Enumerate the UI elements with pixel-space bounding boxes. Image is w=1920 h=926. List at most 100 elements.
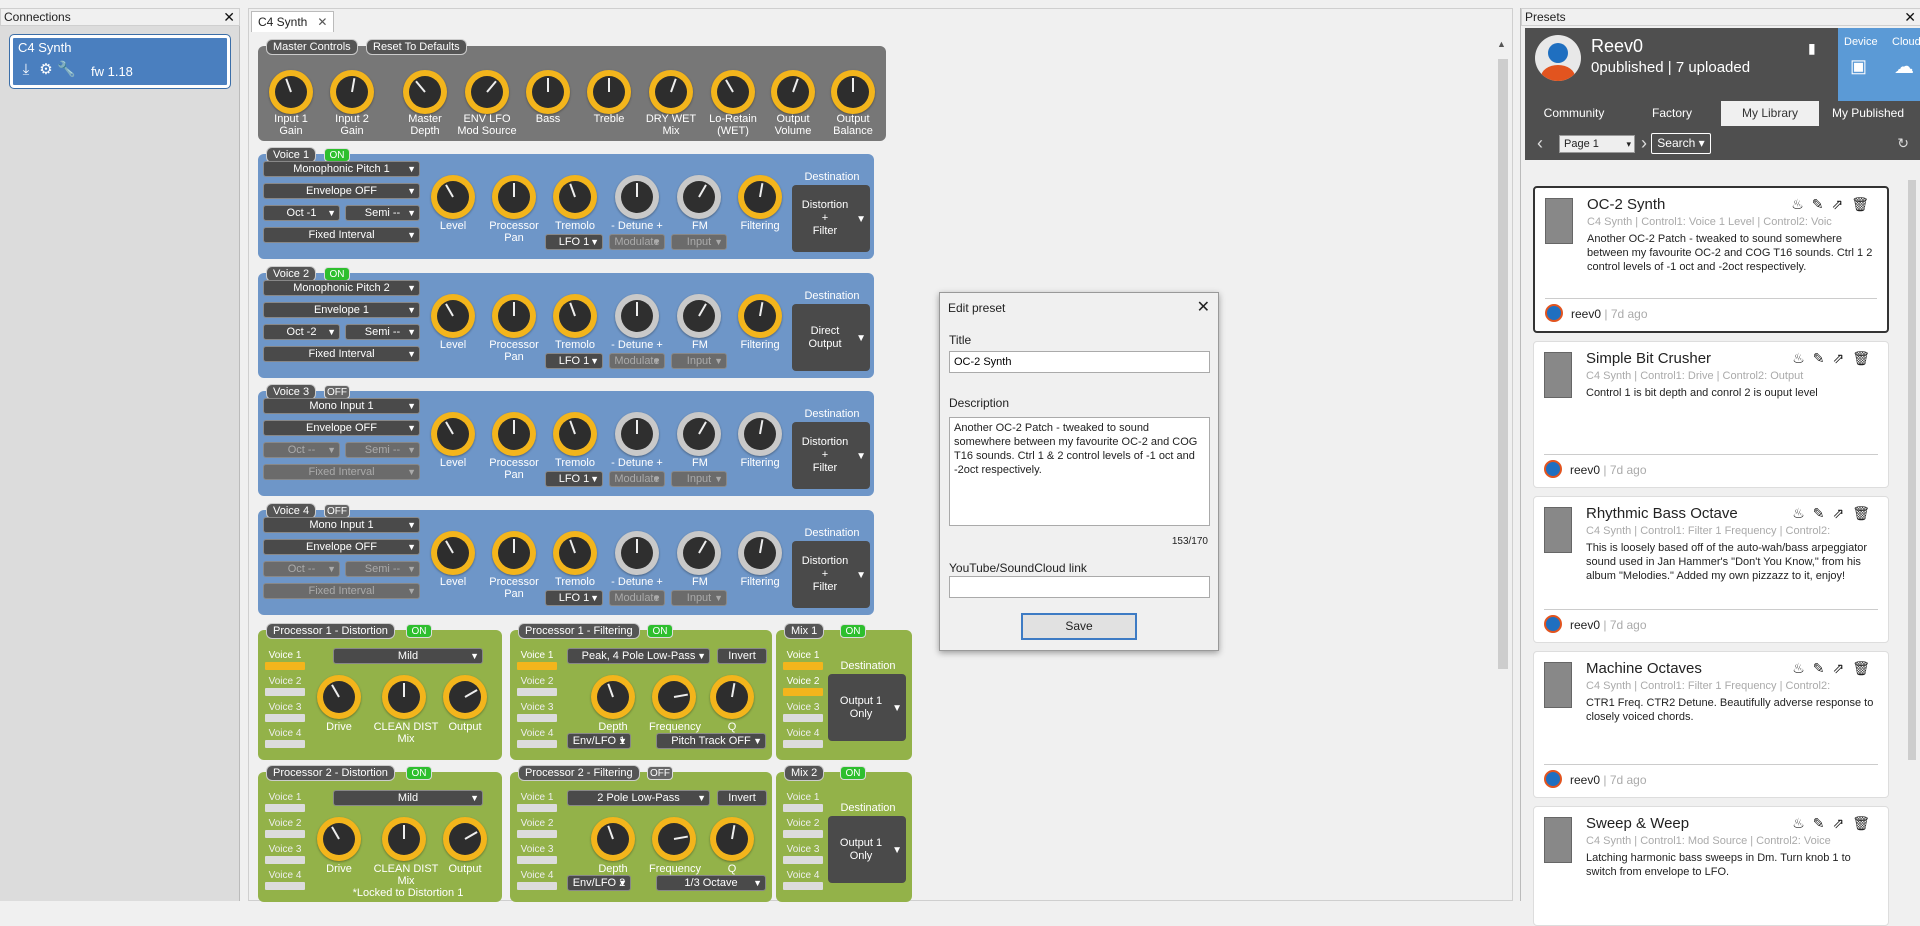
voice-knob-3[interactable] xyxy=(615,412,659,456)
device-cloud-toggle[interactable]: Device Cloud ▣ ☁ xyxy=(1838,28,1920,101)
voice-knob-4[interactable] xyxy=(677,175,721,219)
device-icon[interactable]: ▣ xyxy=(1850,56,1867,77)
trash-icon[interactable]: 🗑 xyxy=(1852,815,1878,831)
proc1_filt-source-select[interactable]: Env/LFO 1 ▼ xyxy=(567,733,631,749)
scroll-up-icon[interactable]: ▲ xyxy=(1497,39,1506,49)
destination-select[interactable]: Direct Output ▼ xyxy=(792,304,870,371)
mix2-voice-1[interactable]: Voice 1 xyxy=(783,792,823,812)
trash-icon[interactable]: 🗑 xyxy=(1852,660,1878,676)
proc1_filt-invert-button[interactable]: Invert xyxy=(717,648,767,664)
mix1-destination-select[interactable]: Output 1 Only ▼ xyxy=(828,674,906,741)
proc1_dist-voice-1[interactable]: Voice 1 xyxy=(265,650,305,670)
search-button[interactable]: Search ▾ xyxy=(1651,133,1711,154)
mix-knob[interactable] xyxy=(382,675,426,719)
editor-scrollbar[interactable]: ▲ xyxy=(1497,39,1509,899)
share-icon[interactable]: ⇗ xyxy=(1832,505,1852,521)
voice-source-select[interactable]: Mono Input 1 ▼ xyxy=(263,398,420,414)
proc2_filt-voice-3[interactable]: Voice 3 xyxy=(517,844,557,864)
master-knob-5[interactable] xyxy=(587,70,631,114)
reset-defaults-button[interactable]: Reset To Defaults xyxy=(366,39,467,55)
mix2-voice-4[interactable]: Voice 4 xyxy=(783,870,823,890)
voice-interval-select[interactable]: Fixed Interval ▼ xyxy=(263,227,420,243)
mix1-voice-2[interactable]: Voice 2 xyxy=(783,676,823,696)
tab-my-published[interactable]: My Published xyxy=(1819,101,1917,126)
close-icon[interactable]: ✕ xyxy=(223,9,235,25)
input-select[interactable]: Input ▼ xyxy=(671,471,727,487)
scroll-thumb[interactable] xyxy=(1908,180,1916,760)
proc2_dist-voice-3[interactable]: Voice 3 xyxy=(265,844,305,864)
master-knob-7[interactable] xyxy=(711,70,755,114)
share-icon[interactable]: ⇗ xyxy=(1831,196,1851,212)
voice-interval-select[interactable]: Fixed Interval ▼ xyxy=(263,583,420,599)
proc2_filt-invert-button[interactable]: Invert xyxy=(717,790,767,806)
trash-icon[interactable]: 🗑 xyxy=(1852,505,1878,521)
destination-select[interactable]: Distortion + Filter ▼ xyxy=(792,185,870,252)
book-icon[interactable]: ▮ xyxy=(1808,40,1816,57)
proc2_dist-toggle[interactable]: ON xyxy=(406,766,432,780)
voice-knob-0[interactable] xyxy=(431,294,475,338)
proc2_filt-voice-4[interactable]: Voice 4 xyxy=(517,870,557,890)
voice-knob-1[interactable] xyxy=(492,531,536,575)
presets-scrollbar[interactable] xyxy=(1906,160,1918,900)
download-icon[interactable]: ⤓ xyxy=(17,61,35,79)
voice-knob-1[interactable] xyxy=(492,412,536,456)
voice-knob-4[interactable] xyxy=(677,531,721,575)
next-page-icon[interactable]: › xyxy=(1641,133,1647,154)
flame-icon[interactable]: ♨ xyxy=(1792,660,1813,676)
cloud-icon[interactable]: ☁ xyxy=(1894,54,1914,79)
voice-semi-select[interactable]: Semi -- ▼ xyxy=(345,324,420,340)
share-icon[interactable]: ⇗ xyxy=(1832,350,1852,366)
prev-page-icon[interactable]: ‹ xyxy=(1537,133,1543,154)
mix2-toggle[interactable]: ON xyxy=(840,766,866,780)
lfo-select[interactable]: LFO 1 ▼ xyxy=(545,471,603,487)
voice-semi-select[interactable]: Semi -- ▼ xyxy=(345,561,420,577)
voice-knob-0[interactable] xyxy=(431,175,475,219)
voice-knob-0[interactable] xyxy=(431,531,475,575)
mix-knob[interactable] xyxy=(382,817,426,861)
tab-community[interactable]: Community xyxy=(1525,101,1623,126)
proc2_filt-voice-2[interactable]: Voice 2 xyxy=(517,818,557,838)
voice-knob-5[interactable] xyxy=(738,412,782,456)
master-knob-9[interactable] xyxy=(831,70,875,114)
modulate-select[interactable]: Modulate ▼ xyxy=(609,234,665,250)
master-knob-8[interactable] xyxy=(771,70,815,114)
lfo-select[interactable]: LFO 1 ▼ xyxy=(545,353,603,369)
voice-env-select[interactable]: Envelope OFF ▼ xyxy=(263,420,420,436)
input-select[interactable]: Input ▼ xyxy=(671,590,727,606)
q-knob[interactable] xyxy=(710,675,754,719)
voice-knob-2[interactable] xyxy=(553,531,597,575)
page-select[interactable]: Page 1 ▾ xyxy=(1559,135,1635,153)
voice-toggle[interactable]: OFF xyxy=(324,504,350,518)
voice-knob-0[interactable] xyxy=(431,412,475,456)
tab-my-library[interactable]: My Library xyxy=(1721,101,1819,126)
input-select[interactable]: Input ▼ xyxy=(671,353,727,369)
voice-interval-select[interactable]: Fixed Interval ▼ xyxy=(263,464,420,480)
trash-icon[interactable]: 🗑 xyxy=(1852,350,1878,366)
master-knob-6[interactable] xyxy=(649,70,693,114)
voice-knob-5[interactable] xyxy=(738,531,782,575)
proc2_filt-voice-1[interactable]: Voice 1 xyxy=(517,792,557,812)
voice-knob-3[interactable] xyxy=(615,531,659,575)
mix1-voice-1[interactable]: Voice 1 xyxy=(783,650,823,670)
proc2_dist-mode-select[interactable]: Mild ▼ xyxy=(333,790,483,806)
scroll-thumb[interactable] xyxy=(1498,59,1508,669)
voice-knob-5[interactable] xyxy=(738,294,782,338)
voice-knob-3[interactable] xyxy=(615,294,659,338)
lfo-select[interactable]: LFO 1 ▼ xyxy=(545,590,603,606)
proc1_dist-voice-2[interactable]: Voice 2 xyxy=(265,676,305,696)
voice-env-select[interactable]: Envelope OFF ▼ xyxy=(263,183,420,199)
proc1_dist-voice-3[interactable]: Voice 3 xyxy=(265,702,305,722)
master-knob-4[interactable] xyxy=(526,70,570,114)
voice-oct-select[interactable]: Oct -- ▼ xyxy=(263,442,340,458)
modulate-select[interactable]: Modulate ▼ xyxy=(609,471,665,487)
proc1_dist-voice-4[interactable]: Voice 4 xyxy=(265,728,305,748)
destination-select[interactable]: Distortion + Filter ▼ xyxy=(792,422,870,489)
title-input[interactable] xyxy=(949,351,1210,373)
voice-source-select[interactable]: Monophonic Pitch 2 ▼ xyxy=(263,280,420,296)
edit-icon[interactable]: ✎ xyxy=(1812,196,1832,212)
modulate-select[interactable]: Modulate ▼ xyxy=(609,590,665,606)
link-input[interactable] xyxy=(949,576,1210,598)
modulate-select[interactable]: Modulate ▼ xyxy=(609,353,665,369)
master-knob-3[interactable] xyxy=(465,70,509,114)
flame-icon[interactable]: ♨ xyxy=(1792,815,1813,831)
